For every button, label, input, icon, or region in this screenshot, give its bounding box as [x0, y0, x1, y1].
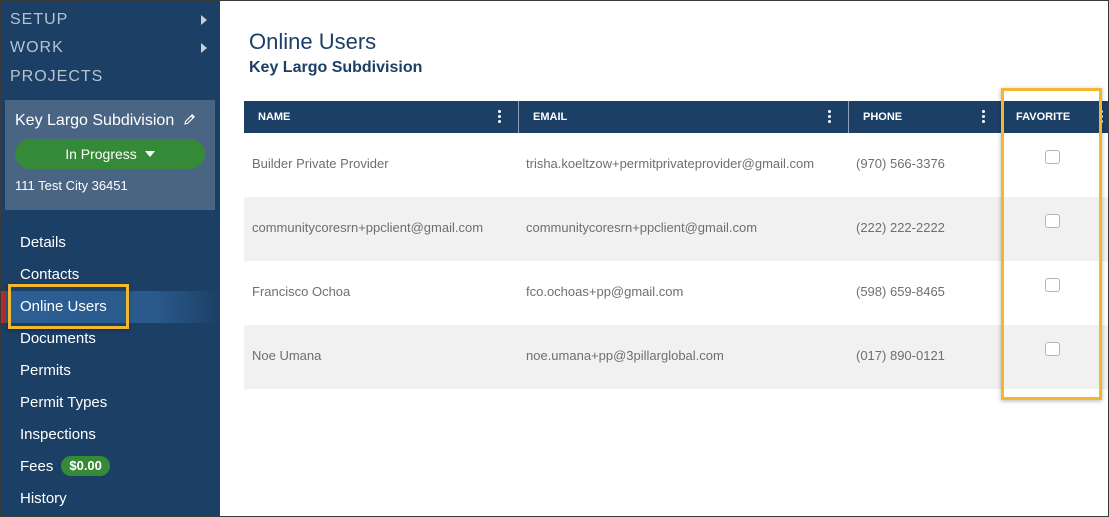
cell-name: Builder Private Provider	[252, 156, 389, 171]
page-subtitle: Key Largo Subdivision	[249, 59, 423, 76]
cell-phone: (970) 566-3376	[856, 156, 945, 171]
cell-favorite	[1002, 261, 1108, 325]
project-title: Key Largo Subdivision	[15, 112, 175, 129]
nav-work[interactable]: WORK	[10, 39, 210, 57]
cell-name: communitycoresrn+ppclient@gmail.com	[252, 220, 484, 235]
cell-favorite	[1002, 133, 1108, 197]
column-header-label: NAME	[258, 111, 291, 123]
sidebar-item-label: Permits	[20, 362, 71, 379]
favorite-checkbox[interactable]	[1045, 214, 1060, 228]
pencil-icon[interactable]	[183, 113, 196, 131]
chevron-right-icon	[201, 15, 207, 25]
cell-email: fco.ochoas+pp@gmail.com	[526, 284, 684, 299]
column-menu-icon[interactable]	[1100, 110, 1104, 124]
project-title-row: Key Largo Subdivision	[15, 112, 196, 131]
cell-favorite	[1002, 197, 1108, 261]
sidebar: SETUP WORK PROJECTS Key Largo Subdivisio…	[1, 1, 220, 516]
main-content: Online Users Key Largo Subdivision NAME …	[220, 1, 1108, 516]
status-dropdown[interactable]: In Progress	[15, 139, 205, 169]
nav-setup-label: SETUP	[10, 11, 69, 28]
column-header-label: EMAIL	[533, 111, 568, 123]
page-title: Online Users	[249, 29, 377, 54]
cell-name: Noe Umana	[252, 348, 322, 363]
table-row[interactable]: Builder Private Provider trisha.koeltzow…	[244, 133, 1108, 197]
favorite-checkbox[interactable]	[1045, 150, 1060, 164]
sidebar-item-permit-types[interactable]: Permit Types	[1, 387, 220, 419]
nav-setup[interactable]: SETUP	[10, 11, 210, 29]
nav-projects[interactable]: PROJECTS	[10, 68, 210, 86]
sidebar-item-inspections[interactable]: Inspections	[1, 419, 220, 451]
table-header: NAME EMAIL PHONE FAVORITE	[244, 101, 1108, 133]
cell-email: noe.umana+pp@3pillarglobal.com	[526, 348, 724, 363]
cell-email: trisha.koeltzow+permitprivateprovider@gm…	[526, 156, 815, 171]
column-header-phone[interactable]: PHONE	[848, 101, 1002, 133]
column-header-name[interactable]: NAME	[244, 101, 518, 133]
column-header-favorite[interactable]: FAVORITE	[1002, 101, 1108, 133]
sidebar-item-label: Permit Types	[20, 394, 108, 411]
sidebar-item-fees[interactable]: Fees $0.00	[1, 451, 220, 483]
sidebar-item-contacts[interactable]: Contacts	[1, 259, 220, 291]
column-menu-icon[interactable]	[982, 110, 986, 124]
cell-phone: (017) 890-0121	[856, 348, 945, 363]
sidebar-item-label: Fees	[20, 458, 54, 475]
favorite-checkbox[interactable]	[1045, 278, 1060, 292]
fees-badge: $0.00	[61, 456, 110, 476]
table-row[interactable]: Francisco Ochoa fco.ochoas+pp@gmail.com …	[244, 261, 1108, 325]
cell-phone: (222) 222-2222	[856, 220, 945, 235]
online-users-table: NAME EMAIL PHONE FAVORITE Builder Privat	[244, 101, 1108, 389]
sidebar-item-online-users[interactable]: Online Users	[1, 291, 220, 323]
table-row[interactable]: communitycoresrn+ppclient@gmail.com comm…	[244, 197, 1108, 261]
sidebar-item-label: Documents	[20, 330, 96, 347]
sidebar-item-label: Inspections	[20, 426, 96, 443]
sidebar-item-details[interactable]: Details	[1, 227, 220, 259]
sidebar-item-label: Online Users	[20, 298, 107, 315]
nav-work-label: WORK	[10, 39, 64, 56]
table-row[interactable]: Noe Umana noe.umana+pp@3pillarglobal.com…	[244, 325, 1108, 389]
column-header-label: FAVORITE	[1016, 111, 1071, 123]
cell-email: communitycoresrn+ppclient@gmail.com	[526, 220, 758, 235]
sidebar-item-label: Contacts	[20, 266, 80, 283]
project-card: Key Largo Subdivision In Progress 111 Te…	[5, 100, 215, 210]
chevron-right-icon	[201, 43, 207, 53]
favorite-checkbox[interactable]	[1045, 342, 1060, 356]
sidebar-item-permits[interactable]: Permits	[1, 355, 220, 387]
sidebar-item-label: Details	[20, 234, 66, 251]
cell-phone: (598) 659-8465	[856, 284, 945, 299]
app-frame: SETUP WORK PROJECTS Key Largo Subdivisio…	[0, 0, 1109, 517]
cell-name: Francisco Ochoa	[252, 284, 351, 299]
column-menu-icon[interactable]	[498, 110, 502, 124]
column-header-email[interactable]: EMAIL	[518, 101, 848, 133]
column-menu-icon[interactable]	[828, 110, 832, 124]
caret-down-icon	[144, 151, 155, 157]
column-header-label: PHONE	[863, 111, 903, 123]
project-address: 111 Test City 36451	[15, 178, 128, 193]
cell-favorite	[1002, 325, 1108, 389]
status-label: In Progress	[65, 146, 137, 162]
nav-projects-label: PROJECTS	[10, 68, 104, 85]
sidebar-item-history[interactable]: History	[1, 483, 220, 515]
sidebar-item-documents[interactable]: Documents	[1, 323, 220, 355]
sidebar-item-label: History	[20, 490, 67, 507]
